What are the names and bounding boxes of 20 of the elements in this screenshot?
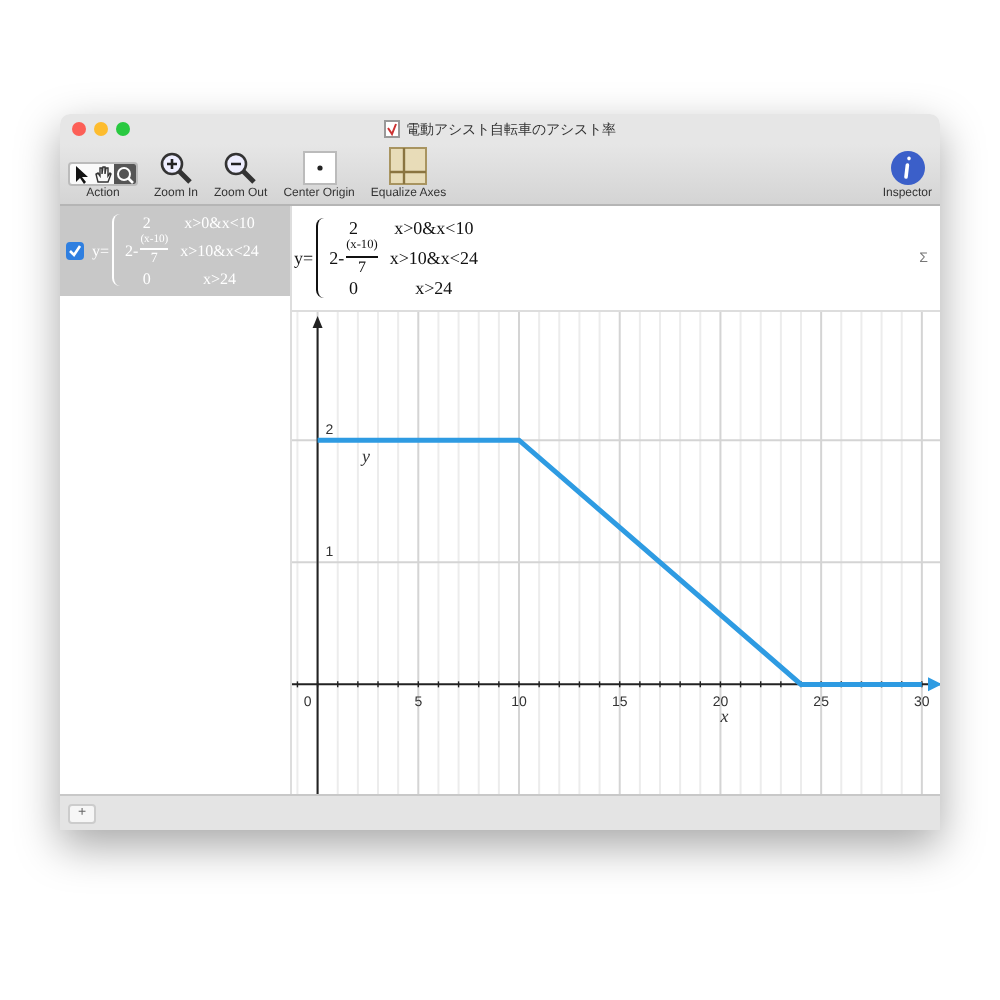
checkbox[interactable] [66,242,84,260]
zoom-in-icon [158,150,194,186]
x-axis-label: x [720,706,729,727]
equation-condition: x>24 [413,278,455,299]
hand-tool[interactable] [92,164,114,184]
arrow-tool[interactable] [70,164,92,184]
function-line[interactable] [317,437,922,687]
zoom-out-icon [222,150,259,186]
curve-label: y [361,446,370,467]
grid-icon [386,146,431,186]
arrow-head-icon [928,677,940,692]
zoom-tool[interactable] [114,164,136,184]
equation-expression: 2 [346,217,360,238]
document-icon [384,120,400,138]
equation-condition: x>0&x<10 [392,217,476,238]
close-button[interactable] [72,122,86,136]
equation-lhs: y= [294,248,314,268]
equation-condition: x>10&x<24 [389,248,478,268]
equation-expression: 0 [346,278,360,299]
info-icon [889,150,926,186]
